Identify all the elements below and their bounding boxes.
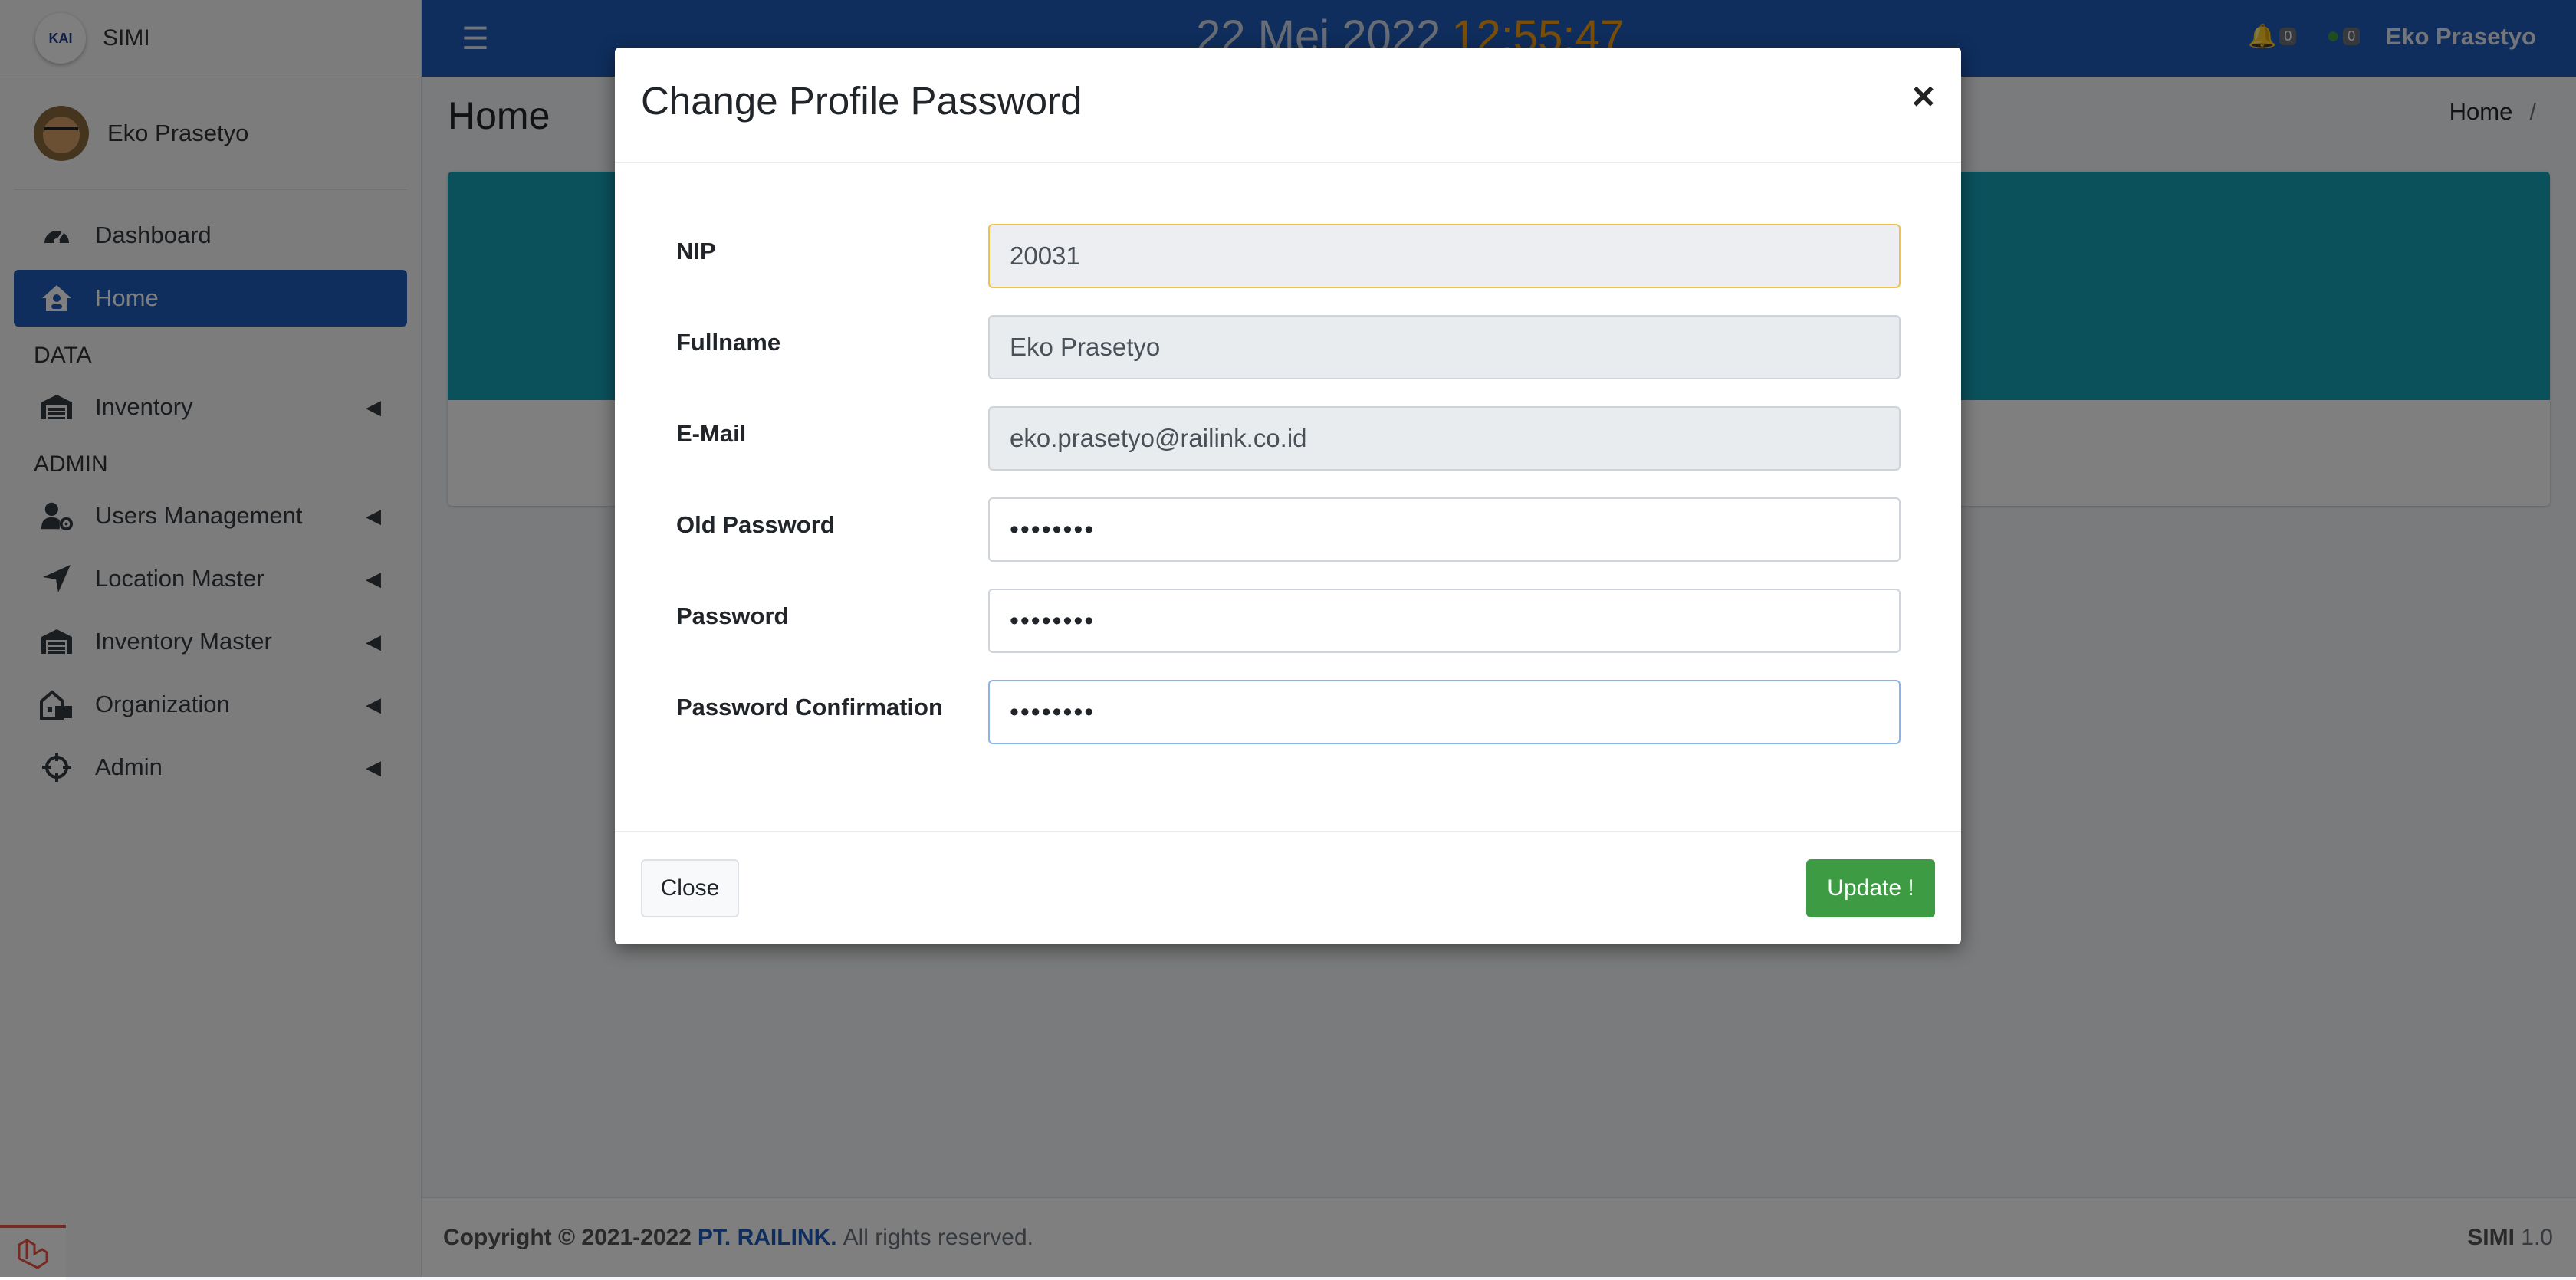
- form-row-fullname: Fullname Eko Prasetyo: [676, 315, 1901, 379]
- form-row-password: Password ••••••••: [676, 589, 1901, 653]
- update-button[interactable]: Update !: [1806, 859, 1935, 917]
- fullname-label: Fullname: [676, 329, 781, 356]
- close-button[interactable]: Close: [641, 859, 739, 917]
- password-confirmation-field[interactable]: ••••••••: [988, 680, 1901, 744]
- old-password-label: Old Password: [676, 511, 835, 538]
- modal-header: Change Profile Password ×: [615, 48, 1961, 163]
- password-field[interactable]: ••••••••: [988, 589, 1901, 653]
- form-row-password-confirmation: Password Confirmation ••••••••: [676, 680, 1901, 744]
- change-password-modal: Change Profile Password × NIP 20031 Full…: [615, 48, 1961, 944]
- email-field[interactable]: eko.prasetyo@railink.co.id: [988, 406, 1901, 471]
- modal-body: NIP 20031 Fullname Eko Prasetyo E-Mail e…: [615, 162, 1961, 878]
- modal-title: Change Profile Password: [641, 79, 1083, 123]
- nip-label: NIP: [676, 238, 716, 264]
- modal-footer: Close Update !: [615, 831, 1961, 945]
- password-label: Password: [676, 602, 789, 629]
- old-password-field[interactable]: ••••••••: [988, 497, 1901, 562]
- form-row-old-password: Old Password ••••••••: [676, 497, 1901, 562]
- close-icon[interactable]: ×: [1912, 74, 1935, 120]
- nip-field[interactable]: 20031: [988, 224, 1901, 288]
- fullname-field[interactable]: Eko Prasetyo: [988, 315, 1901, 379]
- email-label: E-Mail: [676, 420, 747, 447]
- form-row-email: E-Mail eko.prasetyo@railink.co.id: [676, 406, 1901, 471]
- form-row-nip: NIP 20031: [676, 224, 1901, 288]
- password-confirmation-label: Password Confirmation: [676, 694, 943, 720]
